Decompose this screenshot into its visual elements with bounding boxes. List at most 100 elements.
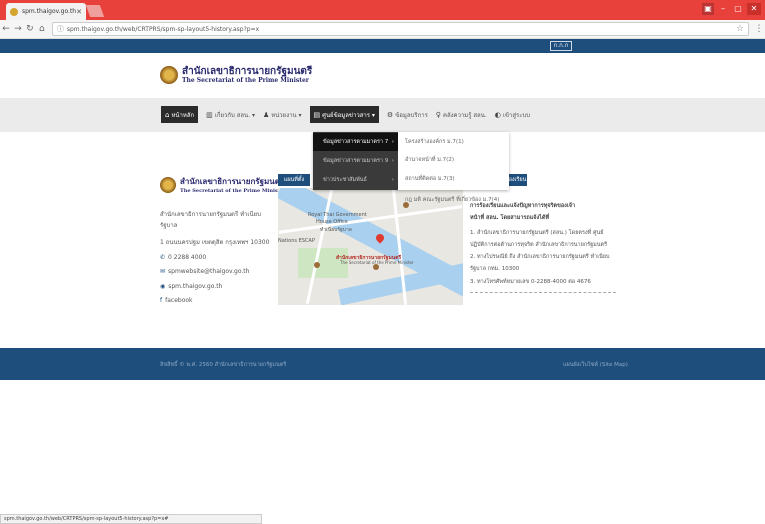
footer-logo-thai: สำนักเลขาธิการนายกรัฐมนตรี xyxy=(180,177,285,186)
menu-agencies-label: หน่วยงาน ▾ xyxy=(271,111,302,119)
top-strip: ก.ก.ก xyxy=(0,39,765,53)
favicon-icon xyxy=(10,7,18,16)
web-text: spm.thaigov.go.th xyxy=(168,283,223,290)
bookmark-star-icon[interactable]: ☆ xyxy=(736,24,744,34)
chevron-right-icon: › xyxy=(391,158,394,164)
tab-close-icon[interactable]: ✕ xyxy=(76,8,82,16)
submenu-structure[interactable]: โครงสร้างองค์กร ม.7(1) xyxy=(405,138,464,146)
org-chart-icon: ♟ xyxy=(262,110,270,119)
map-label: ทำเนียบรัฐบาล xyxy=(320,227,352,233)
phone-row: ✆ 0 2288 4000 xyxy=(160,254,206,261)
phone-text: 0 2288 4000 xyxy=(168,254,207,261)
home-icon: ⌂ xyxy=(165,110,170,119)
status-bar-url: spm.thaigov.go.th/web/CRTPRS/spm-sp-layo… xyxy=(0,514,262,524)
dropdown-item-label: ข้อมูลข่าวสารตามมาตรา 7 xyxy=(323,139,389,145)
map-label: The Secretariat of the Prime Minister xyxy=(340,260,414,265)
gear-icon: ⚙ xyxy=(386,110,394,119)
back-icon[interactable]: ← xyxy=(0,24,12,34)
footer-logo: สำนักเลขาธิการนายกรัฐมนตรี The Secretari… xyxy=(160,175,286,194)
menu-login-label: เข้าสู่ระบบ xyxy=(502,111,531,119)
browser-toolbar: ← → ↻ ⌂ ⓘ spm.thaigov.go.th/web/CRTPRS/s… xyxy=(0,20,765,39)
location-map[interactable]: Royal Thai Government House Office ทำเนี… xyxy=(278,188,463,305)
map-label: Nations ESCAP xyxy=(278,238,315,244)
font-size-badge[interactable]: ก.ก.ก xyxy=(550,41,572,51)
page-root: spm.thaigov.go.th ✕ ▣ – ▢ ✕ ← → ↻ ⌂ ⓘ sp… xyxy=(0,0,765,524)
map-label: House Office xyxy=(316,219,348,225)
logo-thai: สำนักเลขาธิการนายกรัฐมนตรี xyxy=(182,66,313,77)
info-center-dropdown: ข้อมูลข่าวสารตามมาตรา 7 › ข้อมูลข่าวสารตา… xyxy=(313,132,509,190)
chevron-right-icon: › xyxy=(391,177,394,183)
submenu-authority[interactable]: อำนาจหน้าที่ ม.7(2) xyxy=(405,156,454,164)
facebook-text: facebook xyxy=(165,297,193,304)
email-icon: ✉ xyxy=(160,268,166,275)
menu-about-label: เกี่ยวกับ สลน. ▾ xyxy=(214,111,255,119)
menu-icon[interactable]: ⋮ xyxy=(753,24,765,34)
sitemap-link[interactable]: แผนผังเว็บไซต์ (Site Map) xyxy=(563,361,628,369)
globe-icon: ◉ xyxy=(160,283,166,290)
minimize-icon[interactable]: – xyxy=(717,3,729,15)
dropdown-item-section9[interactable]: ข้อมูลข่าวสารตามมาตรา 9 › xyxy=(313,152,398,170)
dropdown-item-section7[interactable]: ข้อมูลข่าวสารตามมาตรา 7 › xyxy=(313,133,398,151)
seal-icon xyxy=(160,176,176,193)
menu-knowledge-label: คลังความรู้ สลน. xyxy=(442,111,487,119)
map-heading: แผนที่ตั้ง xyxy=(278,174,310,186)
menu-info-center-label: ศูนย์ข้อมูลข่าวสาร ▾ xyxy=(322,111,375,119)
address-bar[interactable]: ⓘ spm.thaigov.go.th/web/CRTPRS/spm-sp-la… xyxy=(51,22,750,36)
menu-home[interactable]: ⌂ หน้าหลัก xyxy=(161,106,199,123)
window-controls: ▣ – ▢ ✕ xyxy=(702,3,761,15)
address-line-3: 1 ถนนนครปฐม เขตดุสิต กรุงเทพฯ 10300 xyxy=(160,239,270,246)
info-line: รัฐบาล กทม. 10300 xyxy=(470,266,520,272)
submenu-contact-place[interactable]: สถานที่ติดต่อ ม.7(3) xyxy=(405,175,455,183)
footer-logo-english: The Secretariat of the Prime Minister xyxy=(180,188,286,194)
reload-icon[interactable]: ↻ xyxy=(24,24,36,34)
menu-services[interactable]: ⚙ ข้อมูลบริการ xyxy=(387,106,428,123)
menu-agencies[interactable]: ♟ หน่วยงาน ▾ xyxy=(263,106,302,123)
map-label: Royal Thai Government xyxy=(308,212,367,218)
dropdown-item-label: ข่าวประชาสัมพันธ์ xyxy=(323,177,367,183)
copyright-text: ลิขสิทธิ์ © พ.ศ. 2560 สำนักเลขาธิการนายก… xyxy=(160,362,287,368)
info-icon[interactable]: ⓘ xyxy=(57,24,64,34)
info-line: ปฏิบัติการต่อต้านการทุจริต สำนักเลขาธิกา… xyxy=(470,242,608,248)
site-logo[interactable]: สำนักเลขาธิการนายกรัฐมนตรี The Secretari… xyxy=(160,66,312,84)
maximize-icon[interactable]: ▢ xyxy=(732,3,744,15)
home-icon[interactable]: ⌂ xyxy=(36,24,48,34)
web-row[interactable]: ◉ spm.thaigov.go.th xyxy=(160,283,222,290)
info-line: 3. ทางโทรศัพท์หมายเลข 0-2288-4000 ต่อ 46… xyxy=(470,279,591,285)
book-icon: ▤ xyxy=(313,110,321,119)
facebook-icon: f xyxy=(160,297,163,304)
info-line: 2. ทางไปรษณีย์ ถึง สำนักเลขาธิการนายกรัฐ… xyxy=(470,254,610,260)
site-footer: ลิขสิทธิ์ © พ.ศ. 2560 สำนักเลขาธิการนายก… xyxy=(0,348,765,380)
close-window-icon[interactable]: ✕ xyxy=(747,3,761,15)
submenu-cabinet-rules[interactable]: กฎ มติ คณะรัฐมนตรี ที่เกี่ยวข้อง ม.7(4) xyxy=(405,196,499,204)
info-line: หน้าที่ สลน. โดยสามารถแจ้งได้ที่ xyxy=(470,215,550,221)
phone-icon: ✆ xyxy=(160,254,166,261)
browser-tab[interactable]: spm.thaigov.go.th ✕ xyxy=(6,3,86,20)
dropdown-item-label: ข้อมูลข่าวสารตามมาตรา 9 xyxy=(323,158,389,164)
menu-services-label: ข้อมูลบริการ xyxy=(395,111,428,119)
tab-title: spm.thaigov.go.th xyxy=(22,8,77,15)
user-icon[interactable]: ▣ xyxy=(702,3,714,15)
facebook-row[interactable]: f facebook xyxy=(160,297,193,304)
new-tab-button[interactable] xyxy=(85,5,105,17)
logo-english: The Secretariat of the Prime Minister xyxy=(182,77,309,84)
map-poi-icon xyxy=(314,262,320,268)
menu-about[interactable]: ▥ เกี่ยวกับ สลน. ▾ xyxy=(206,106,255,123)
menu-login[interactable]: ◐ เข้าสู่ระบบ xyxy=(495,106,530,123)
seal-icon xyxy=(160,66,178,84)
address-line-1: สำนักเลขาธิการนายกรัฐมนตรี ทำเนียบ xyxy=(160,211,261,218)
menu-info-center[interactable]: ▤ ศูนย์ข้อมูลข่าวสาร ▾ xyxy=(309,106,379,123)
main-menu: ⌂ หน้าหลัก ▥ เกี่ยวกับ สลน. ▾ ♟ หน่วยงาน ▾ … xyxy=(161,106,538,123)
login-icon: ◐ xyxy=(494,110,501,119)
building-icon: ▥ xyxy=(206,110,213,119)
forward-icon[interactable]: → xyxy=(12,24,24,34)
info-line: 1. สำนักเลขาธิการนายกรัฐมนตรี (สลน.) โดย… xyxy=(470,230,604,236)
bulb-icon: ♀ xyxy=(435,110,441,119)
address-url: spm.thaigov.go.th/web/CRTPRS/spm-sp-layo… xyxy=(66,25,260,33)
browser-titlebar: spm.thaigov.go.th ✕ ▣ – ▢ ✕ xyxy=(0,0,765,20)
email-text: spmwebsite@thaigov.go.th xyxy=(168,268,250,275)
site-header xyxy=(0,53,765,98)
dropdown-item-news[interactable]: ข่าวประชาสัมพันธ์ › xyxy=(313,171,398,189)
email-row[interactable]: ✉ spmwebsite@thaigov.go.th xyxy=(160,268,249,275)
menu-knowledge[interactable]: ♀ คลังความรู้ สลน. xyxy=(436,106,487,123)
chevron-right-icon: › xyxy=(391,139,394,145)
